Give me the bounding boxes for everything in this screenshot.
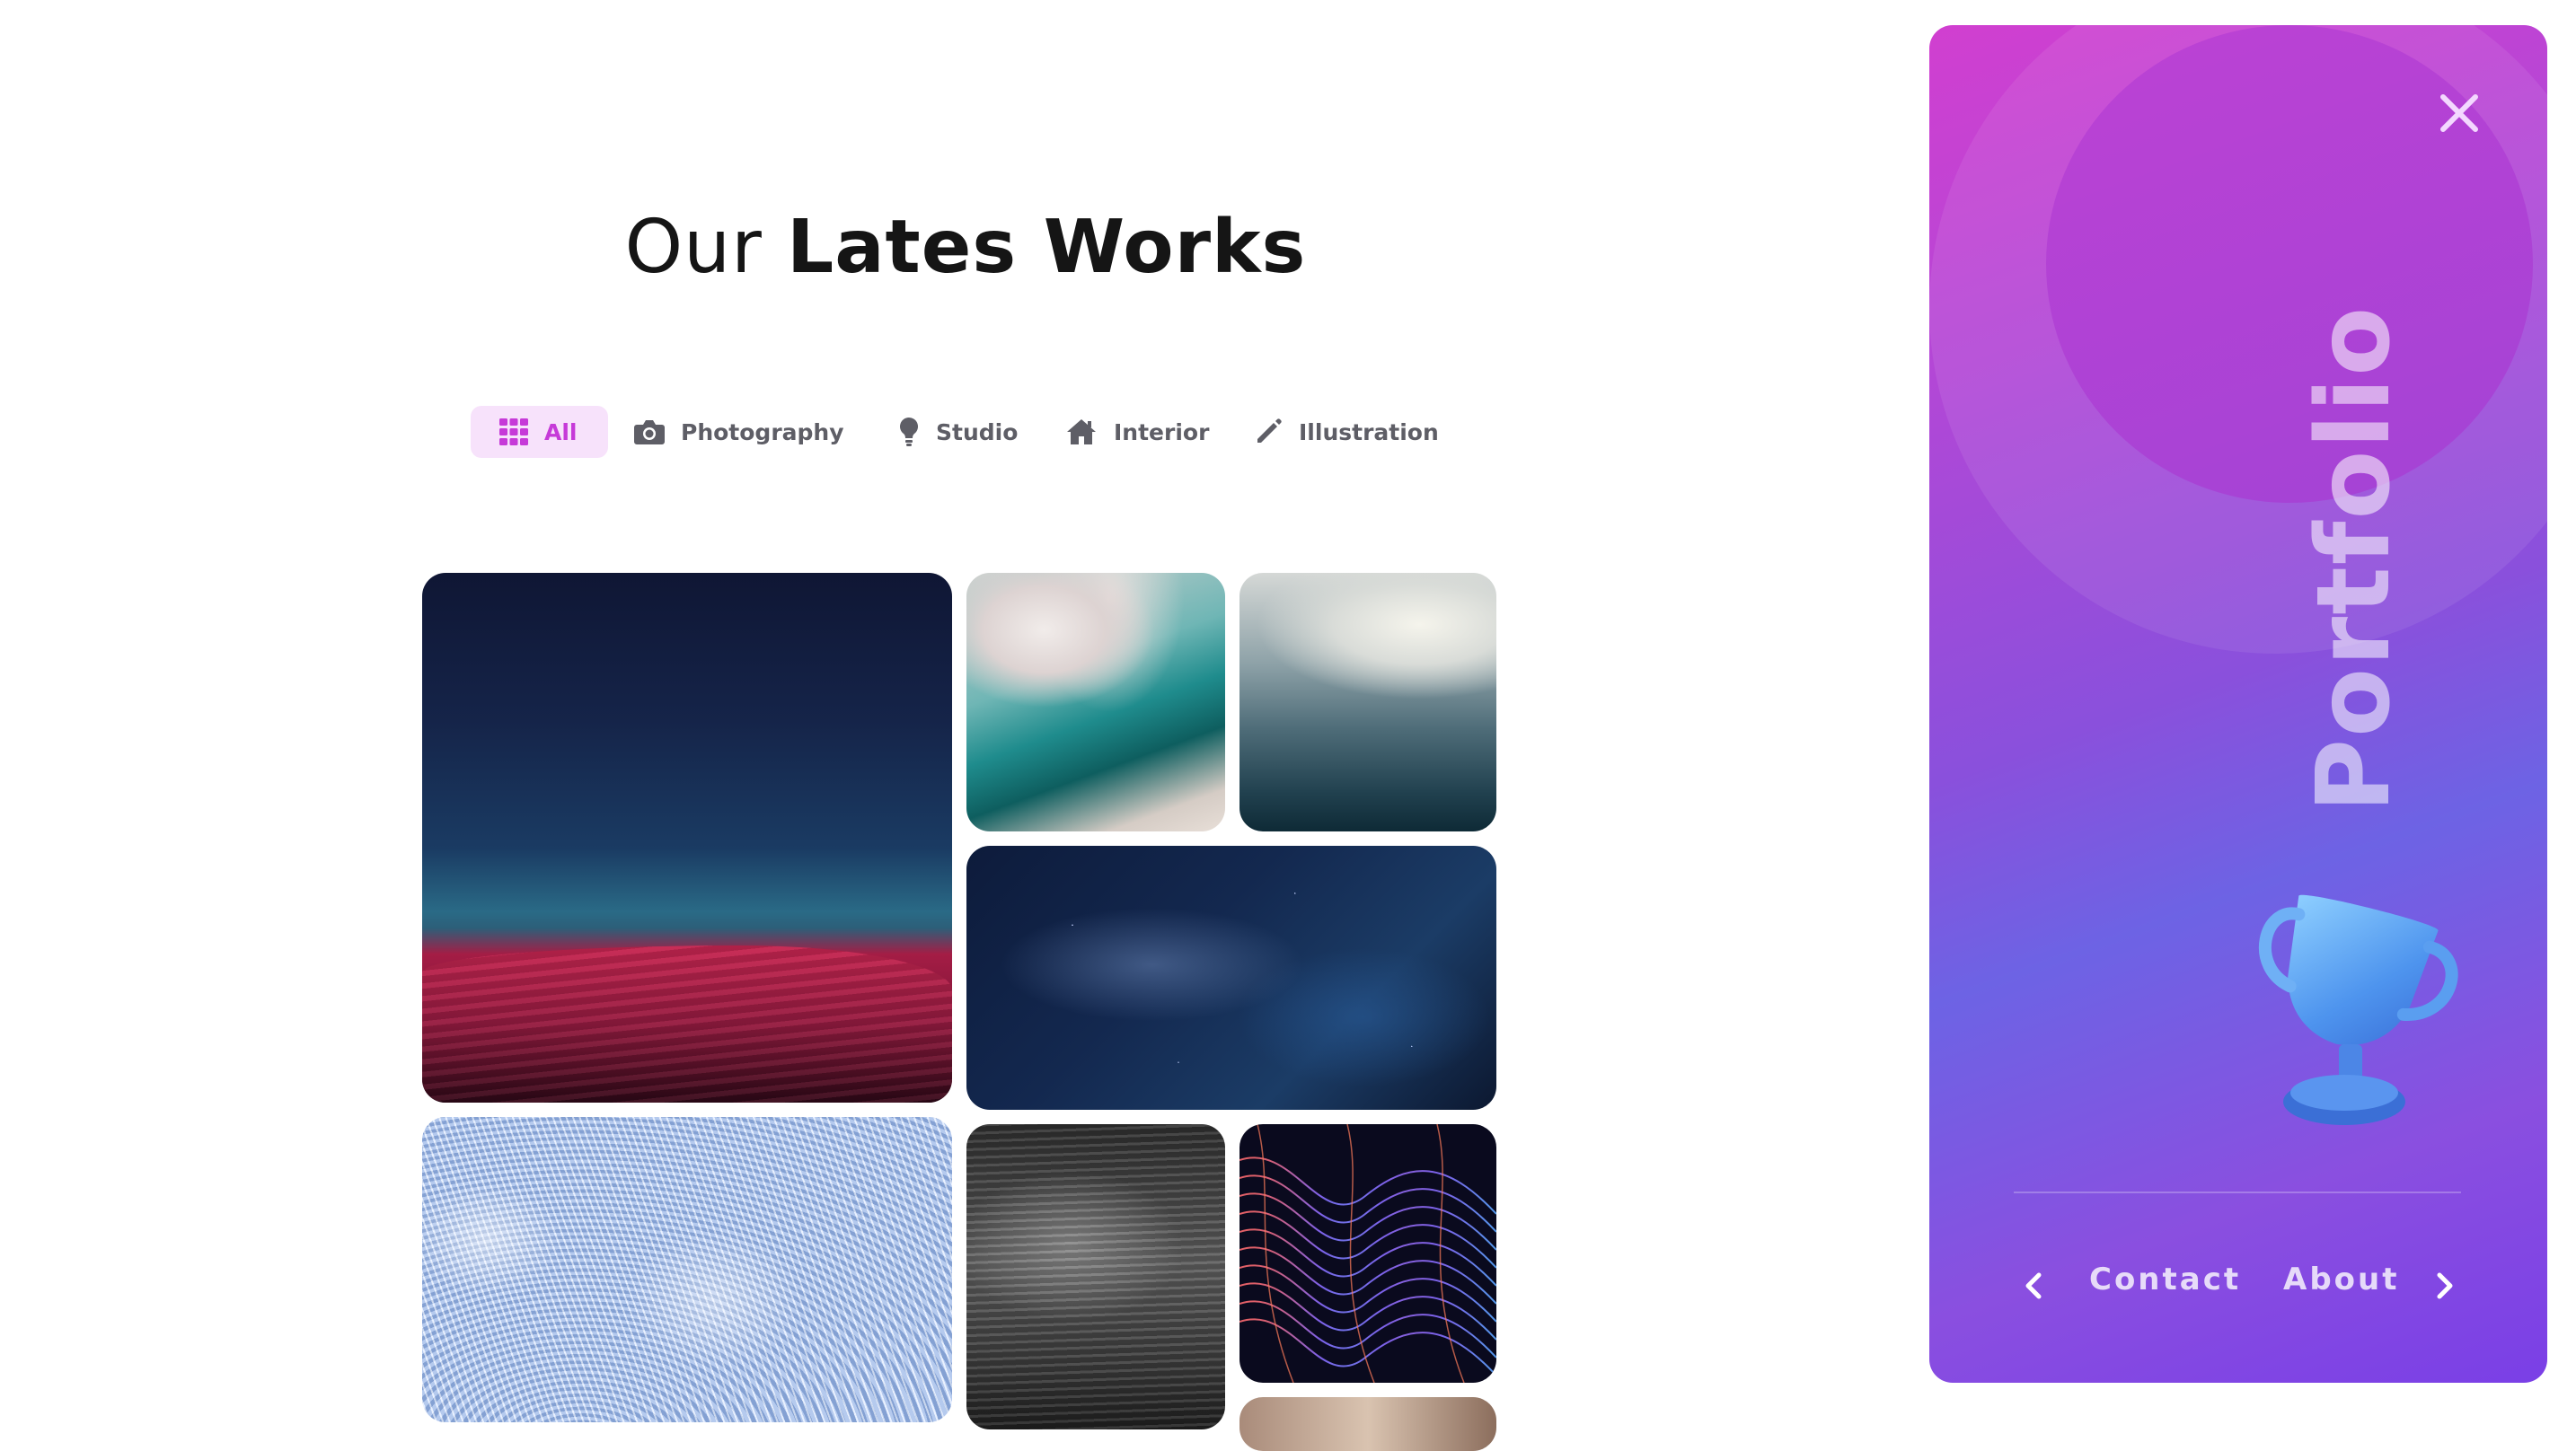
side-panel	[1929, 25, 2547, 1383]
gallery-item-misty-fog[interactable]	[1239, 573, 1496, 831]
panel-title: Portfolio	[2296, 304, 2413, 813]
close-button[interactable]	[2434, 88, 2484, 138]
home-icon	[1067, 419, 1096, 444]
camera-icon	[634, 420, 665, 444]
nav-contact-link[interactable]: Contact	[2089, 1262, 2241, 1297]
panel-divider	[2014, 1192, 2461, 1193]
trophy-icon	[2245, 893, 2461, 1139]
pencil-icon	[1257, 418, 1282, 443]
filter-illustration[interactable]: Illustration	[1254, 406, 1439, 458]
gallery-item-partial-image[interactable]	[1239, 1397, 1496, 1451]
filter-studio[interactable]: Studio	[898, 406, 1018, 458]
gallery-item-teal-wave[interactable]	[966, 573, 1225, 831]
gallery-item-deep-space[interactable]	[966, 846, 1496, 1110]
close-icon	[2440, 94, 2478, 132]
nav-prev-button[interactable]	[2017, 1268, 2053, 1304]
chevron-right-icon	[2437, 1272, 2453, 1299]
filter-all-label: All	[544, 418, 578, 445]
gallery-item-light-waves[interactable]	[1239, 1124, 1496, 1383]
filter-photography[interactable]: Photography	[634, 406, 844, 458]
grid-icon	[499, 418, 528, 445]
filter-interior[interactable]: Interior	[1065, 406, 1209, 458]
nav-about-link[interactable]: About	[2283, 1262, 2399, 1297]
page-title: Our Lates Works	[0, 205, 1931, 290]
filter-studio-label: Studio	[936, 418, 1019, 445]
desert-dune	[422, 945, 952, 1103]
filter-photography-label: Photography	[681, 418, 844, 445]
filter-illustration-label: Illustration	[1299, 418, 1439, 445]
gallery-item-desert-night[interactable]	[422, 573, 952, 1103]
lightbulb-icon	[900, 418, 918, 446]
page-title-bold: Lates Works	[786, 205, 1307, 290]
gallery-item-gray-smoke[interactable]	[966, 1124, 1225, 1429]
light-waves-art	[1239, 1124, 1496, 1383]
page-title-light: Our	[624, 205, 763, 290]
chevron-left-icon	[2025, 1272, 2042, 1299]
filter-interior-label: Interior	[1114, 418, 1210, 445]
gallery-item-white-feathers[interactable]	[422, 1117, 952, 1422]
nav-next-button[interactable]	[2425, 1268, 2461, 1304]
filter-all[interactable]: All	[471, 406, 608, 458]
